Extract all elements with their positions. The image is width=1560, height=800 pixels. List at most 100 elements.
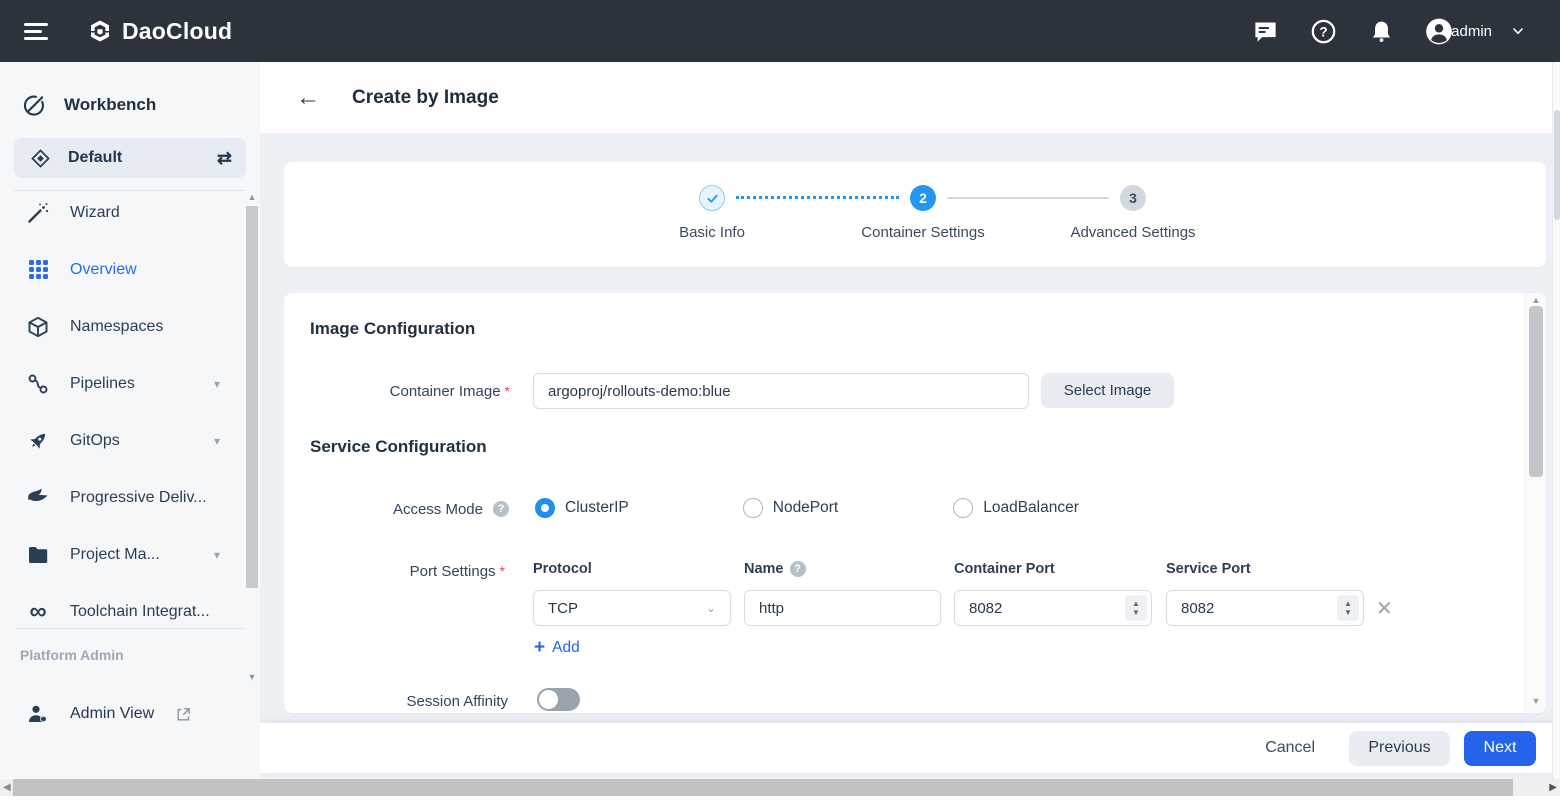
page-titlebar: ← Create by Image	[260, 62, 1560, 133]
page-title: Create by Image	[352, 87, 499, 109]
service-port-input[interactable]	[1166, 590, 1364, 626]
container-port-input[interactable]	[954, 590, 1152, 626]
sidebar-item-overview[interactable]: Overview	[0, 241, 244, 298]
sidebar-item-progressive-delivery[interactable]: Progressive Deliv...	[0, 469, 244, 526]
avatar-icon	[1425, 17, 1453, 45]
radio-clusterip[interactable]: ClusterIP	[535, 498, 629, 518]
back-arrow-icon[interactable]: ←	[296, 84, 320, 112]
sidebar-item-project-management[interactable]: Project Ma... ▾	[0, 526, 244, 583]
platform-admin-section-label: Platform Admin	[20, 647, 124, 663]
workspace-selector[interactable]: Default ⇄	[14, 138, 246, 178]
scroll-up-icon[interactable]: ▲	[245, 192, 259, 202]
radio-selected-icon	[535, 498, 555, 518]
hamburger-menu-icon[interactable]	[24, 19, 48, 44]
access-mode-label: Access Mode	[284, 501, 483, 518]
brand: DaoCloud	[88, 18, 232, 45]
step-container-settings-circle: 2	[910, 185, 936, 211]
workbench-icon	[22, 93, 46, 117]
brand-name: DaoCloud	[122, 18, 232, 45]
toggle-knob	[539, 690, 558, 709]
stepper-card: 2 3 Basic Info Container Settings Advanc…	[284, 162, 1546, 267]
scrollbar-thumb[interactable]	[246, 206, 258, 588]
sidebar: Workbench Default ⇄ Wizard Overview	[0, 62, 260, 778]
chevron-down-icon: ▾	[214, 548, 220, 562]
window-vertical-scrollbar[interactable]	[1552, 62, 1560, 779]
sidebar-workbench-header[interactable]: Workbench	[0, 84, 260, 126]
number-stepper[interactable]: ▲▼	[1125, 595, 1147, 621]
required-asterisk: *	[500, 563, 505, 579]
sidebar-item-gitops[interactable]: GitOps ▾	[0, 412, 244, 469]
chevron-down-icon: ▾	[214, 377, 220, 391]
cancel-button[interactable]: Cancel	[1265, 739, 1315, 757]
form-card: Image Configuration Container Image* Sel…	[284, 293, 1546, 713]
radio-icon	[953, 498, 973, 518]
scroll-left-icon[interactable]: ◀	[3, 782, 11, 793]
stepper-connector-dotted	[736, 196, 899, 199]
container-image-input[interactable]	[533, 373, 1029, 409]
scroll-down-icon[interactable]: ▼	[245, 672, 259, 682]
radio-icon	[743, 498, 763, 518]
scroll-right-icon[interactable]: ▶	[1549, 782, 1557, 793]
help-icon[interactable]: ?	[1309, 17, 1337, 45]
remove-port-row-icon[interactable]: ✕	[1376, 596, 1393, 621]
cube-icon	[26, 315, 50, 339]
access-mode-help-icon[interactable]: ?	[493, 501, 509, 517]
folder-icon	[26, 543, 50, 567]
scroll-down-icon[interactable]: ▼	[1525, 696, 1546, 706]
required-asterisk: *	[505, 383, 510, 399]
workspace-icon	[28, 146, 52, 170]
chevron-down-icon	[1504, 17, 1532, 45]
pipeline-icon	[26, 372, 50, 396]
sidebar-item-pipelines[interactable]: Pipelines ▾	[0, 355, 244, 412]
sidebar-item-wizard[interactable]: Wizard	[0, 184, 244, 241]
scrollbar-thumb[interactable]	[13, 779, 1513, 796]
session-affinity-toggle[interactable]	[537, 688, 580, 711]
step-label-container-settings: Container Settings	[813, 224, 1033, 241]
sidebar-item-admin-view[interactable]: Admin View	[0, 694, 244, 734]
external-link-icon	[174, 705, 192, 723]
port-name-input[interactable]	[744, 590, 941, 626]
main-content: ← Create by Image 2 3 Basic Info Contain…	[260, 62, 1560, 800]
workspace-name: Default	[68, 149, 201, 167]
session-affinity-label: Session Affinity	[284, 693, 508, 710]
next-button[interactable]: Next	[1464, 731, 1536, 766]
access-mode-radio-group: ClusterIP NodePort LoadBalancer	[535, 498, 1079, 518]
scroll-up-icon[interactable]: ▲	[1525, 295, 1546, 305]
top-header: DaoCloud ? admin	[0, 0, 1560, 62]
step-advanced-settings-circle: 3	[1120, 185, 1146, 211]
messages-icon[interactable]	[1251, 17, 1279, 45]
grid-dots-icon	[26, 258, 50, 282]
user-menu[interactable]: admin	[1425, 17, 1532, 45]
switch-workspace-icon[interactable]: ⇄	[217, 148, 232, 169]
check-icon	[704, 190, 721, 207]
notifications-bell-icon[interactable]	[1367, 17, 1395, 45]
chevron-down-icon: ⌄	[706, 601, 716, 615]
bottom-strip	[0, 796, 1560, 800]
scrollbar-thumb[interactable]	[1554, 110, 1560, 220]
add-port-button[interactable]: + Add	[534, 637, 580, 659]
scrollbar-thumb[interactable]	[1529, 306, 1543, 477]
infinity-icon: ∞	[26, 600, 50, 624]
number-stepper[interactable]: ▲▼	[1337, 595, 1359, 621]
step-label-basic-info: Basic Info	[602, 224, 822, 241]
select-image-button[interactable]: Select Image	[1041, 373, 1174, 408]
wizard-footer: Cancel Previous Next	[260, 723, 1560, 773]
admin-user-icon	[26, 702, 50, 726]
previous-button[interactable]: Previous	[1349, 731, 1450, 766]
sidebar-item-namespaces[interactable]: Namespaces	[0, 298, 244, 355]
step-label-advanced-settings: Advanced Settings	[1023, 224, 1243, 241]
protocol-select[interactable]: TCP ⌄	[533, 590, 731, 626]
column-protocol: Protocol	[533, 561, 592, 577]
radio-nodeport[interactable]: NodePort	[743, 498, 838, 518]
radio-loadbalancer[interactable]: LoadBalancer	[953, 498, 1079, 518]
svg-text:?: ?	[1319, 24, 1327, 39]
service-configuration-title: Service Configuration	[310, 437, 487, 457]
window-horizontal-scrollbar[interactable]: ◀ ▶	[0, 779, 1560, 796]
name-help-icon[interactable]: ?	[790, 561, 806, 577]
form-scrollbar[interactable]: ▲ ▼	[1524, 293, 1546, 713]
bird-icon	[26, 486, 50, 510]
sidebar-scrollbar[interactable]: ▲ ▼	[245, 192, 259, 684]
username-label: admin	[1451, 23, 1492, 40]
sidebar-item-toolchain[interactable]: ∞ Toolchain Integrat...	[0, 583, 244, 640]
column-name: Name?	[744, 561, 806, 577]
